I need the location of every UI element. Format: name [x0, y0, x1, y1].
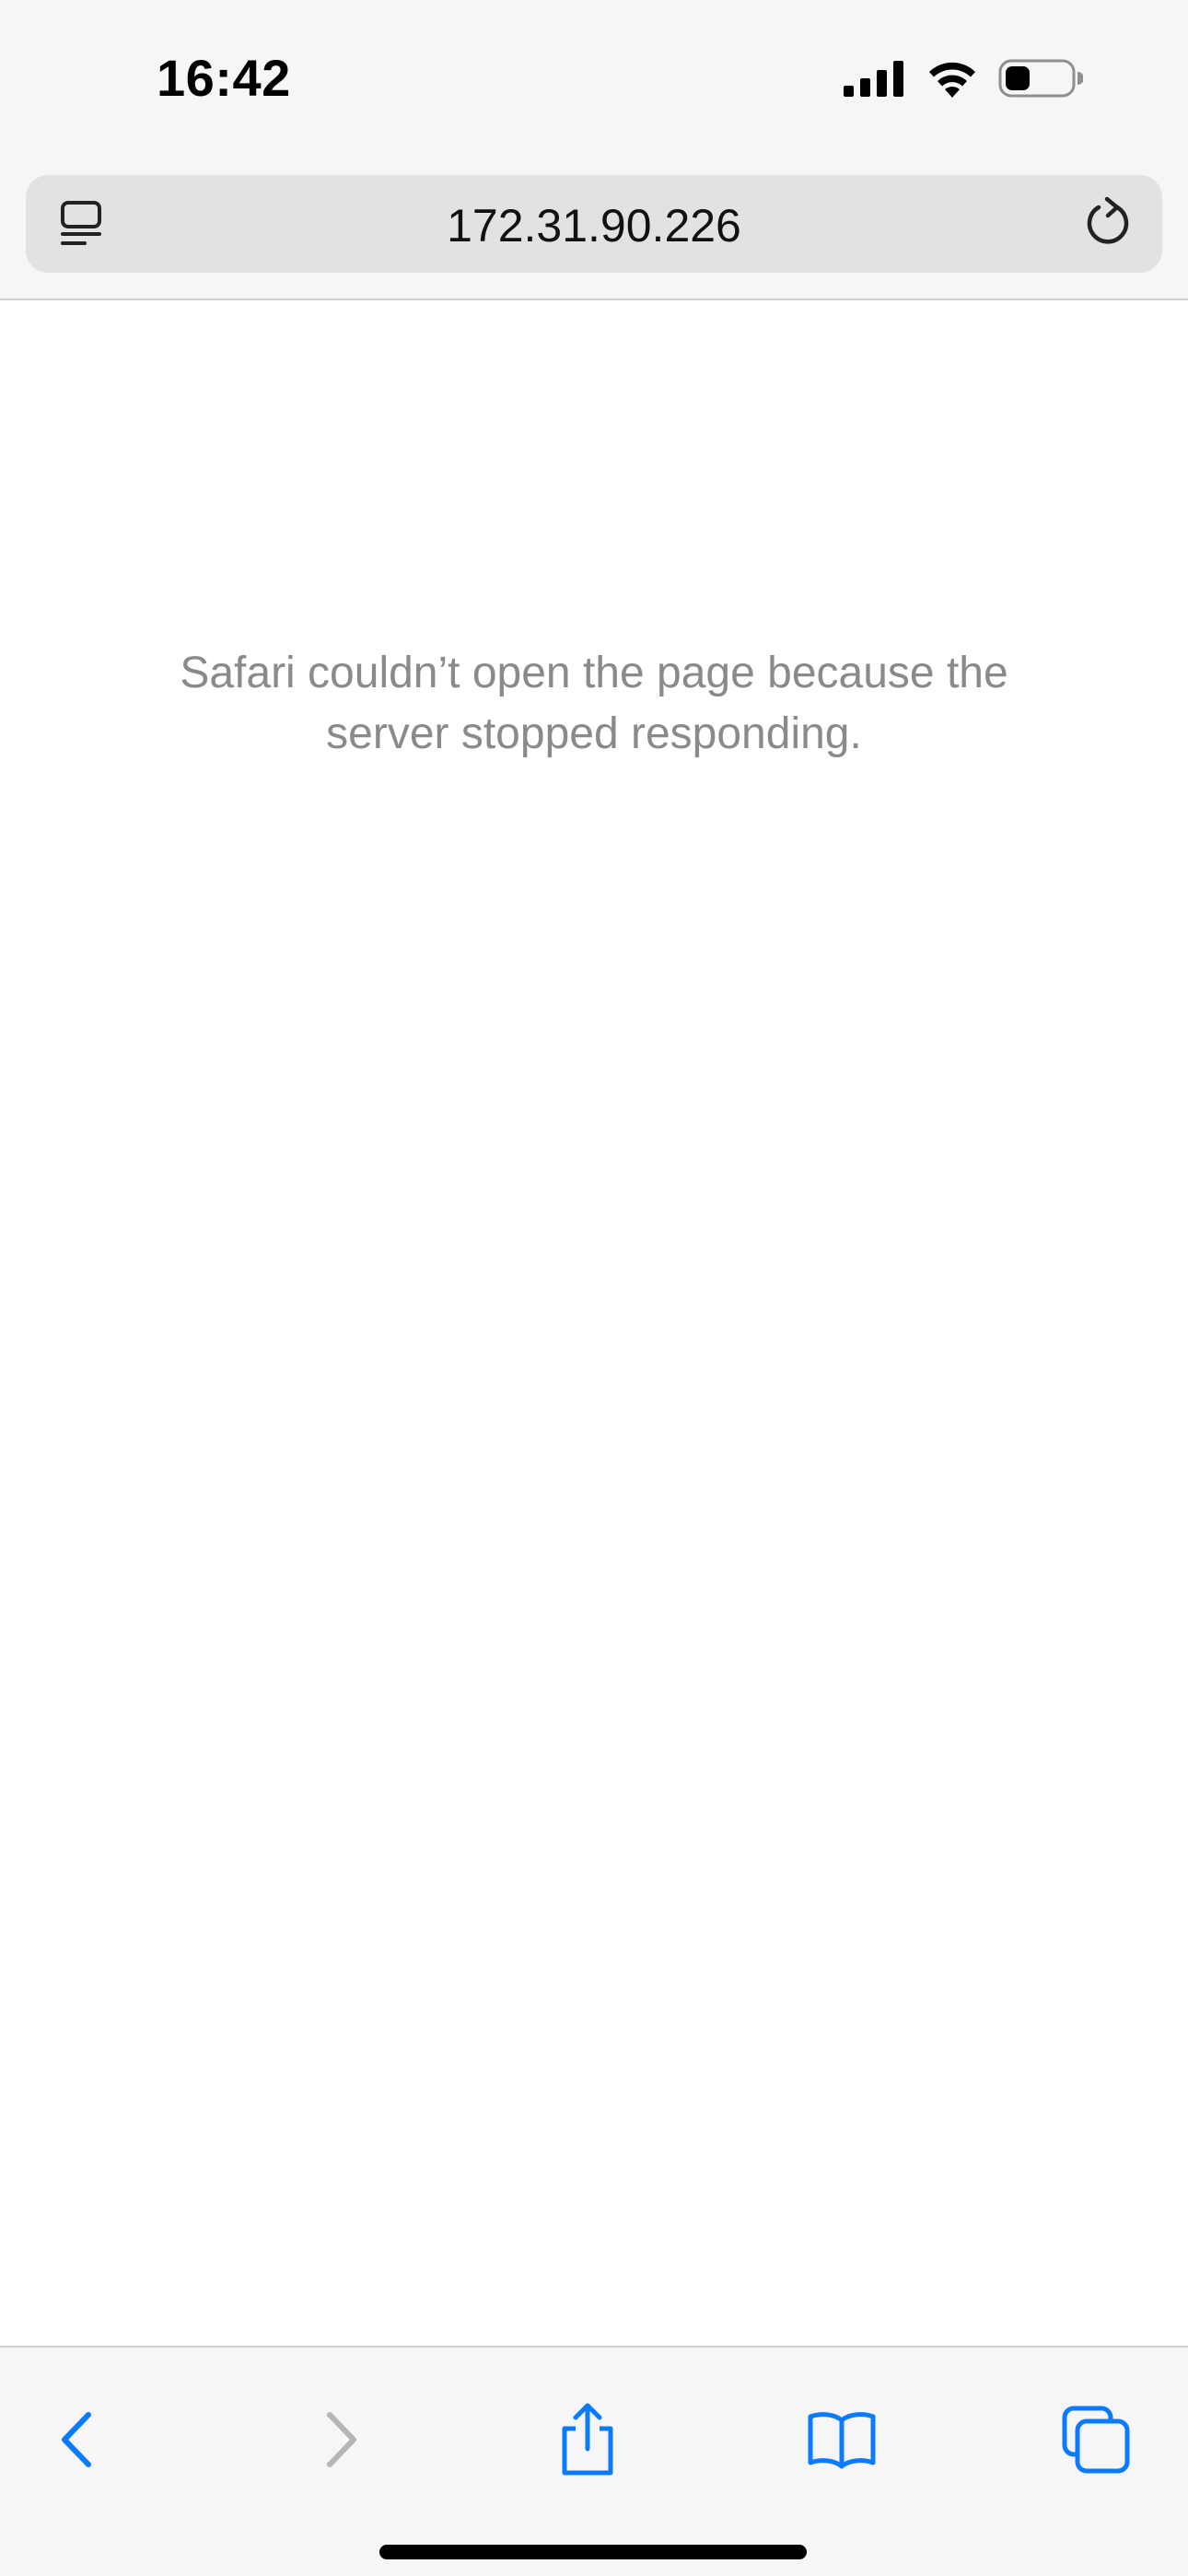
error-message: Safari couldn’t open the page because th… [180, 649, 1008, 758]
battery-icon [998, 58, 1083, 99]
status-time: 16:42 [157, 49, 291, 107]
reload-icon[interactable] [1079, 195, 1136, 252]
share-icon [555, 2401, 620, 2483]
cellular-signal-icon [844, 60, 906, 97]
top-chrome: 16:42 172.31.90.226 [0, 0, 1188, 300]
url-text[interactable]: 172.31.90.226 [26, 199, 1162, 252]
bookmarks-book-icon [807, 2409, 877, 2475]
wifi-icon [926, 59, 978, 98]
back-button[interactable] [33, 2395, 125, 2488]
share-button[interactable] [542, 2395, 634, 2488]
tabs-button[interactable] [1050, 2395, 1142, 2488]
home-indicator[interactable] [379, 2545, 807, 2559]
status-icons [844, 55, 1083, 101]
tabs-icon [1061, 2405, 1131, 2479]
forward-chevron-icon [311, 2407, 367, 2476]
address-bar[interactable]: 172.31.90.226 [26, 175, 1162, 273]
bookmarks-button[interactable] [796, 2395, 888, 2488]
forward-button[interactable] [293, 2395, 385, 2488]
back-chevron-icon [52, 2407, 107, 2476]
bottom-toolbar [0, 2346, 1188, 2576]
safari-screen: 16:42 172.31.90.226 Safari couldn’t open… [0, 0, 1188, 2576]
